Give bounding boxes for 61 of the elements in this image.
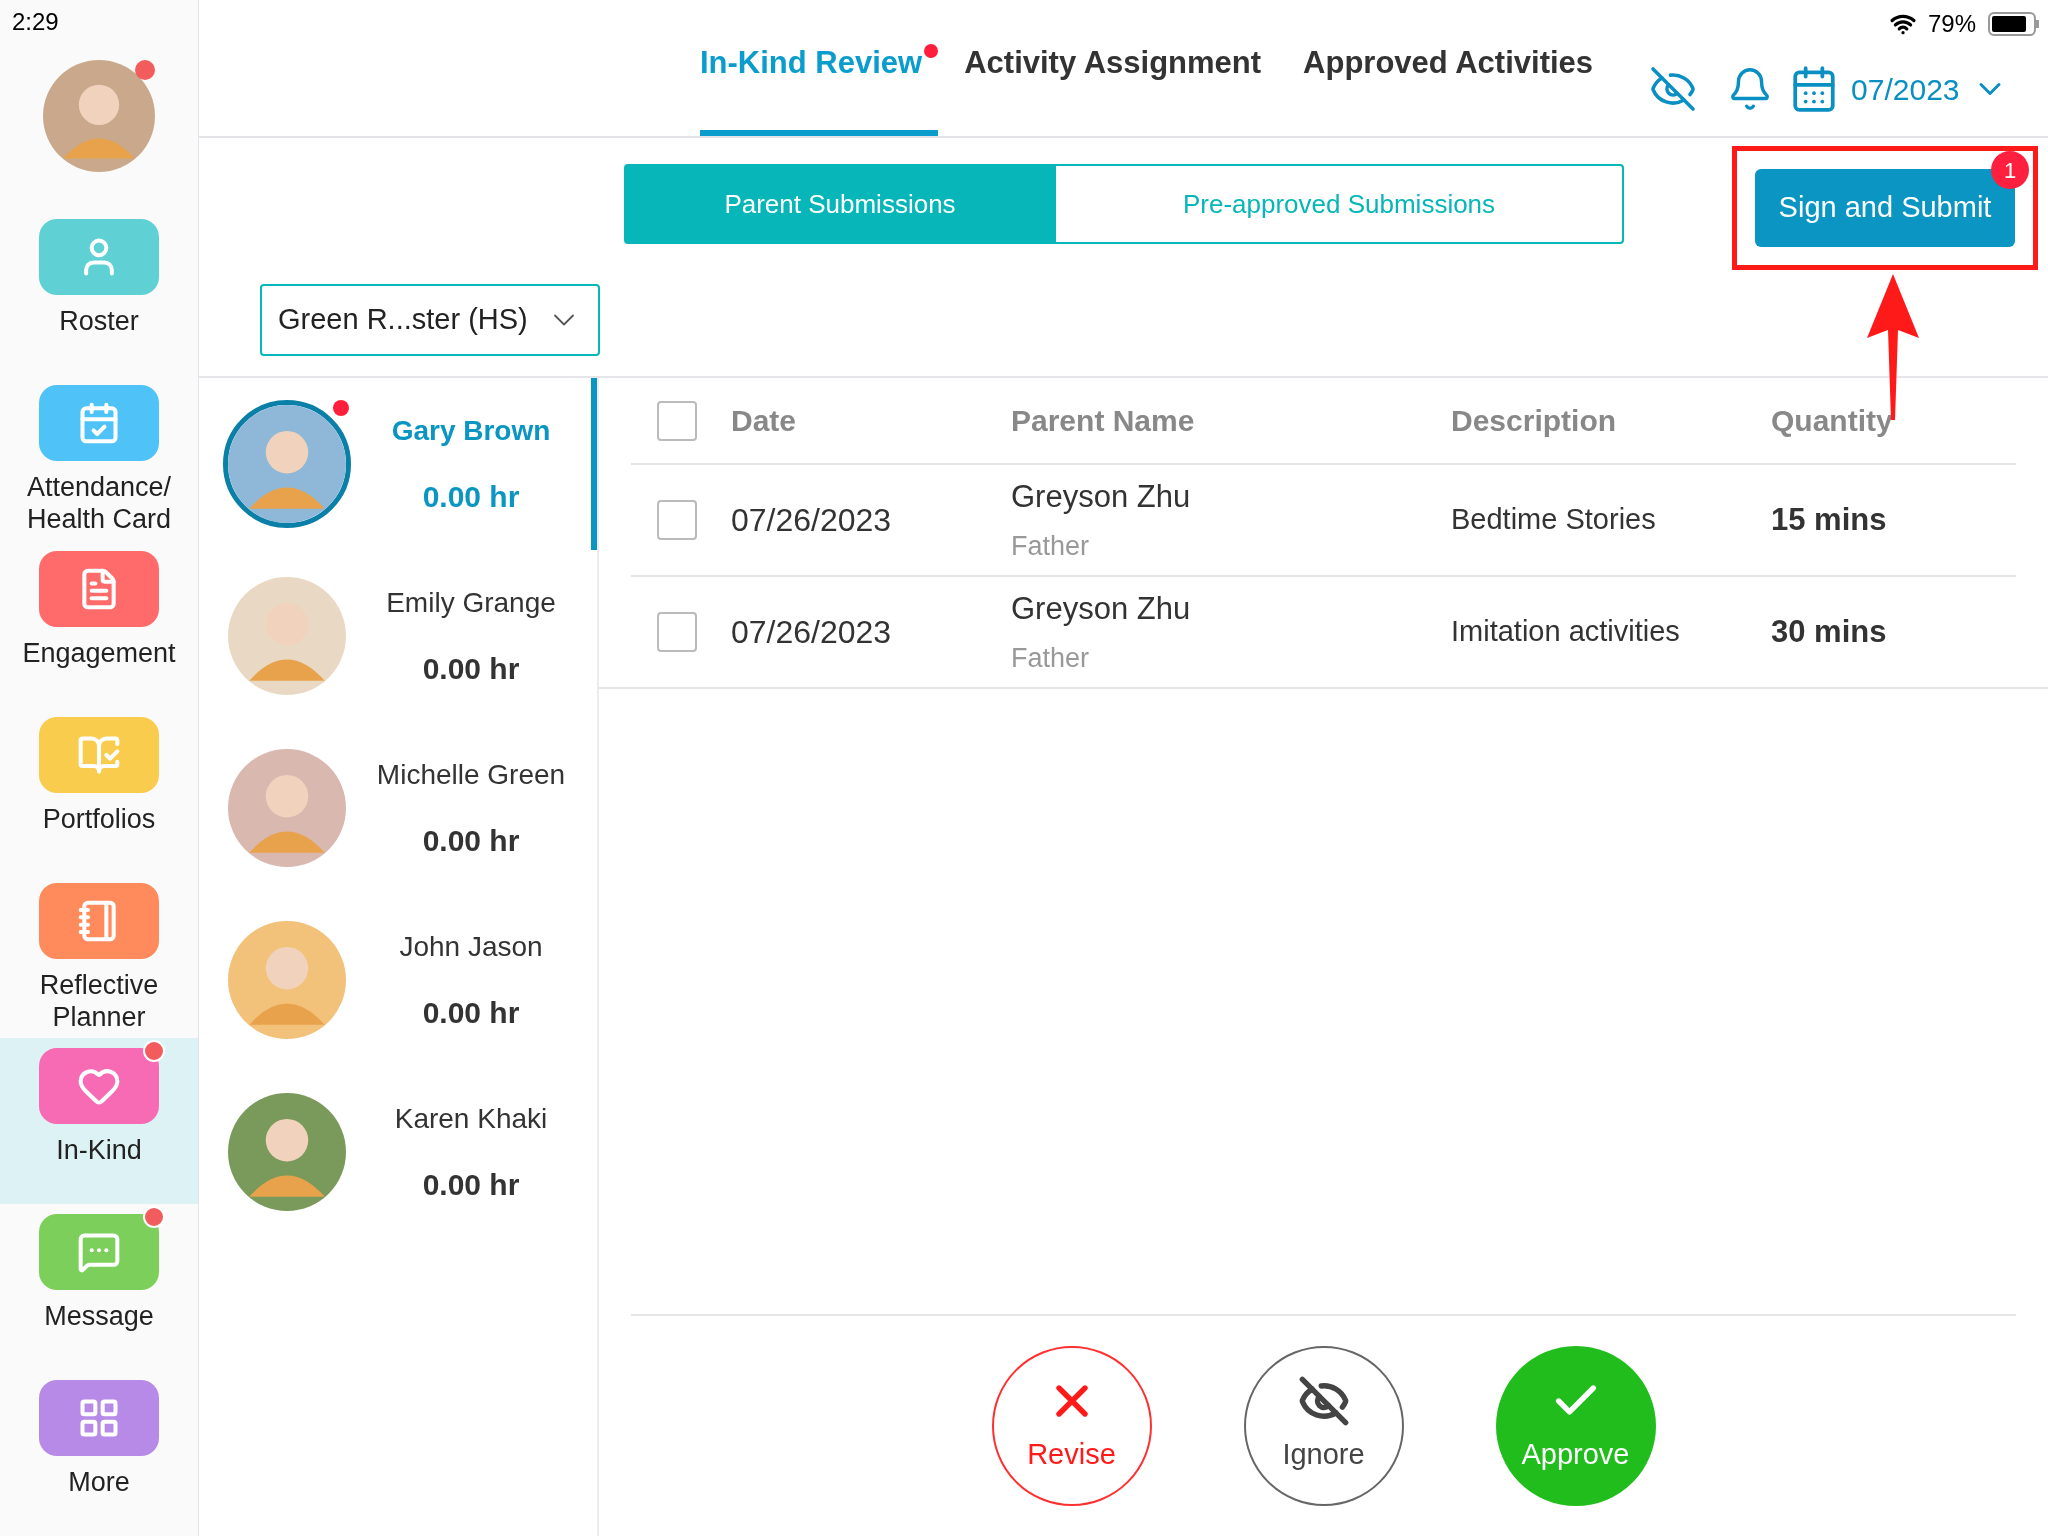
sidebar-item[interactable]: In-Kind	[0, 1038, 198, 1205]
checkbox[interactable]	[657, 500, 697, 540]
sidebar-item[interactable]: Attendance/ Health Card	[0, 374, 198, 541]
sidebar-label: Message	[43, 1300, 155, 1333]
student-hours: 0.00 hr	[422, 1166, 520, 1203]
sidebar-label: Engagement	[21, 636, 177, 669]
parent-relation: Father	[1011, 642, 1091, 675]
sidebar-item[interactable]: More	[0, 1370, 198, 1536]
column-header: Description	[1451, 403, 1618, 439]
student-hours: 0.00 hr	[422, 822, 520, 859]
student-name: Karen Khaki	[394, 1101, 548, 1136]
calendar-check-icon	[77, 400, 121, 445]
description-cell-text: Imitation activities	[1451, 614, 1681, 650]
sidebar-item[interactable]: Message	[0, 1204, 198, 1371]
sidebar-label: Reflective Planner	[38, 968, 160, 1033]
sidebar-label: Roster	[58, 304, 140, 337]
hidden-icon[interactable]	[1649, 65, 1698, 113]
month-picker[interactable]: 07/2023	[1789, 64, 2008, 114]
student-name: John Jason	[399, 929, 543, 964]
checkbox[interactable]	[657, 400, 697, 441]
chat-icon	[77, 1230, 121, 1275]
status-time: 2:29	[12, 8, 59, 35]
battery-icon	[1988, 12, 2040, 36]
student-item[interactable]: John Jason 0.00 hr	[199, 894, 597, 1066]
hidden-icon	[1297, 1375, 1350, 1428]
action-button[interactable]: Ignore	[1243, 1346, 1404, 1506]
sidebar-item[interactable]: Roster	[0, 208, 198, 375]
column-header: Date	[731, 403, 798, 439]
sidebar-item[interactable]: Reflective Planner	[0, 872, 198, 1039]
student-hours: 0.00 hr	[422, 478, 520, 515]
student-item[interactable]: Emily Grange 0.00 hr	[199, 550, 597, 722]
battery-percent: 79%	[1927, 9, 1976, 39]
sidebar-label: In-Kind	[55, 1134, 143, 1167]
parent-name: Greyson Zhu	[1011, 477, 1192, 516]
checkbox[interactable]	[657, 612, 697, 652]
quantity-cell-text: 15 mins	[1771, 500, 1887, 539]
action-button[interactable]: Revise	[991, 1346, 1152, 1506]
student-item[interactable]: Michelle Green 0.00 hr	[199, 722, 597, 894]
student-name: Emily Grange	[386, 585, 556, 620]
sidebar-item[interactable]: Engagement	[0, 540, 198, 707]
parent-name: Greyson Zhu	[1011, 589, 1192, 628]
quantity-cell-text: 30 mins	[1771, 612, 1887, 651]
student-name: Gary Brown	[391, 413, 551, 448]
sidebar-label: Portfolios	[41, 802, 157, 835]
student-hours: 0.00 hr	[422, 650, 520, 687]
count-badge: 1	[1991, 151, 2029, 189]
description-cell-text: Bedtime Stories	[1451, 502, 1657, 538]
date-cell-text: 07/26/2023	[731, 501, 893, 540]
date-cell-text: 07/26/2023	[731, 613, 893, 652]
parent-relation: Father	[1011, 530, 1091, 563]
nav-tab[interactable]: Approved Activities	[1303, 39, 1610, 136]
class-dropdown[interactable]: Green R...ster (HS)	[260, 284, 600, 356]
sidebar-label: More	[67, 1466, 131, 1499]
sidebar-item[interactable]: Portfolios	[0, 706, 198, 873]
sidebar-label: Attendance/ Health Card	[25, 470, 173, 535]
nav-tab[interactable]: Activity Assignment	[964, 39, 1278, 136]
student-hours: 0.00 hr	[422, 994, 520, 1031]
student-name: Michelle Green	[376, 757, 566, 792]
student-item[interactable]: Karen Khaki 0.00 hr	[199, 1066, 597, 1238]
column-header: Parent Name	[1011, 403, 1196, 439]
column-header: Quantity	[1771, 403, 1893, 439]
